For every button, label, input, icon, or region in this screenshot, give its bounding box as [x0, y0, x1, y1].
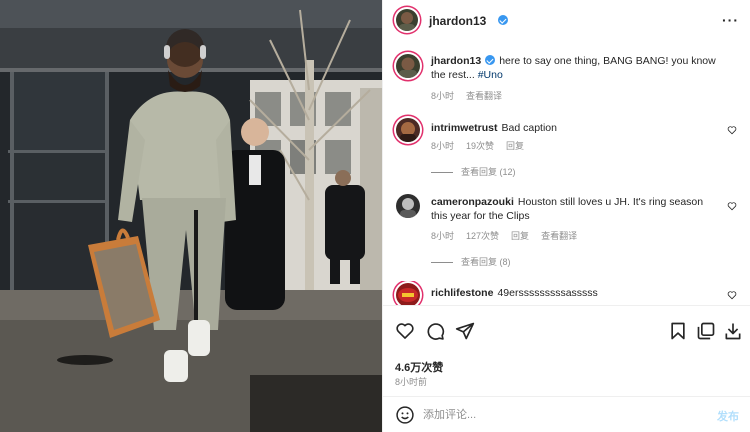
caption-meta: 8小时 查看翻译 [431, 89, 514, 102]
comment-body: 49ersssssssssasssss [497, 287, 598, 299]
post-timestamp: 8小时前 [395, 377, 428, 387]
comment-time[interactable]: 8小时 [431, 231, 454, 241]
post-photo[interactable] [0, 0, 382, 432]
view-replies-button[interactable]: 查看回复 (8) [431, 255, 511, 268]
author-avatar-image [399, 12, 415, 31]
heart-icon[interactable] [395, 321, 415, 341]
caption-username[interactable]: jhardon13 [431, 55, 481, 67]
comment-avatar-image [400, 122, 416, 142]
comment-avatar-image [398, 288, 418, 302]
comment-item: richlifestone 49ersssssssssasssss [383, 281, 750, 305]
post-caption: jhardon13 here to say one thing, BANG BAN… [383, 52, 750, 104]
bookmark-icon[interactable] [668, 321, 688, 341]
comment-username[interactable]: richlifestone [431, 287, 493, 299]
view-replies-label: 查看回复 (8) [461, 257, 511, 267]
add-comment-bar: 发布 [383, 396, 750, 432]
comment-avatar-image [400, 198, 416, 218]
comment-text: cameronpazouki Houston still loves u JH. … [431, 195, 721, 223]
comment-text: richlifestone 49ersssssssssasssss [431, 286, 721, 300]
view-replies-label: 查看回复 (12) [461, 167, 516, 177]
post-side-panel: jhardon13 ··· jhardon13 here to say one t… [382, 0, 750, 432]
comment-meta: 8小时 19次赞 回复 [431, 139, 536, 152]
caption-avatar[interactable] [396, 54, 420, 78]
comment-like-heart-icon[interactable] [727, 125, 737, 135]
comment-time[interactable]: 8小时 [431, 141, 454, 151]
post-photo-illustration [0, 0, 382, 432]
comment-like-heart-icon[interactable] [727, 201, 737, 211]
comment-username[interactable]: cameronpazouki [431, 196, 514, 208]
instagram-post-modal: jhardon13 ··· jhardon13 here to say one t… [0, 0, 750, 432]
download-icon[interactable] [723, 321, 743, 341]
caption-hashtag[interactable]: #Uno [478, 69, 503, 81]
comment-reply-button[interactable]: 回复 [511, 231, 529, 241]
comment-avatar[interactable] [396, 118, 420, 142]
comment-text: intrimwetrust Bad caption [431, 121, 721, 135]
replies-divider [431, 262, 453, 264]
comment-meta: 8小时 127次赞 回复 查看翻译 [431, 229, 589, 242]
comment-username[interactable]: intrimwetrust [431, 122, 498, 134]
verified-badge-icon [498, 15, 508, 25]
comment-reply-button[interactable]: 回复 [506, 141, 524, 151]
replies-divider [431, 172, 453, 174]
caption-translate[interactable]: 查看翻译 [466, 91, 502, 101]
author-avatar[interactable] [396, 9, 418, 31]
comment-translate[interactable]: 查看翻译 [541, 231, 577, 241]
caption-avatar-image [399, 57, 417, 78]
comment-likes[interactable]: 19次赞 [466, 141, 494, 151]
add-comment-input[interactable] [423, 406, 693, 424]
comment-avatar[interactable] [396, 283, 420, 305]
author-username[interactable]: jhardon13 [429, 14, 486, 28]
more-options-icon[interactable]: ··· [722, 12, 739, 28]
post-comment-button[interactable]: 发布 [717, 408, 739, 424]
post-actions-bar: 4.6万次赞 8小时前 [383, 305, 750, 395]
send-icon[interactable] [455, 321, 475, 341]
comment-icon[interactable] [425, 321, 445, 341]
caption-verified-icon [485, 55, 496, 65]
like-count[interactable]: 4.6万次赞 [395, 359, 443, 375]
comment-like-heart-icon[interactable] [727, 290, 737, 300]
caption-time[interactable]: 8小时 [431, 91, 454, 101]
comment-item: cameronpazouki Houston still loves u JH. … [383, 192, 750, 272]
post-header: jhardon13 ··· [383, 0, 750, 40]
caption-text: jhardon13 here to say one thing, BANG BAN… [431, 54, 721, 82]
comment-body: Bad caption [501, 122, 557, 134]
comment-avatar[interactable] [396, 194, 420, 218]
collection-icon[interactable] [696, 321, 716, 341]
view-replies-button[interactable]: 查看回复 (12) [431, 165, 516, 178]
comment-item: intrimwetrust Bad caption 8小时 19次赞 回复 查看回复 … [383, 116, 750, 180]
comment-likes[interactable]: 127次赞 [466, 231, 499, 241]
emoji-icon[interactable] [395, 405, 415, 425]
